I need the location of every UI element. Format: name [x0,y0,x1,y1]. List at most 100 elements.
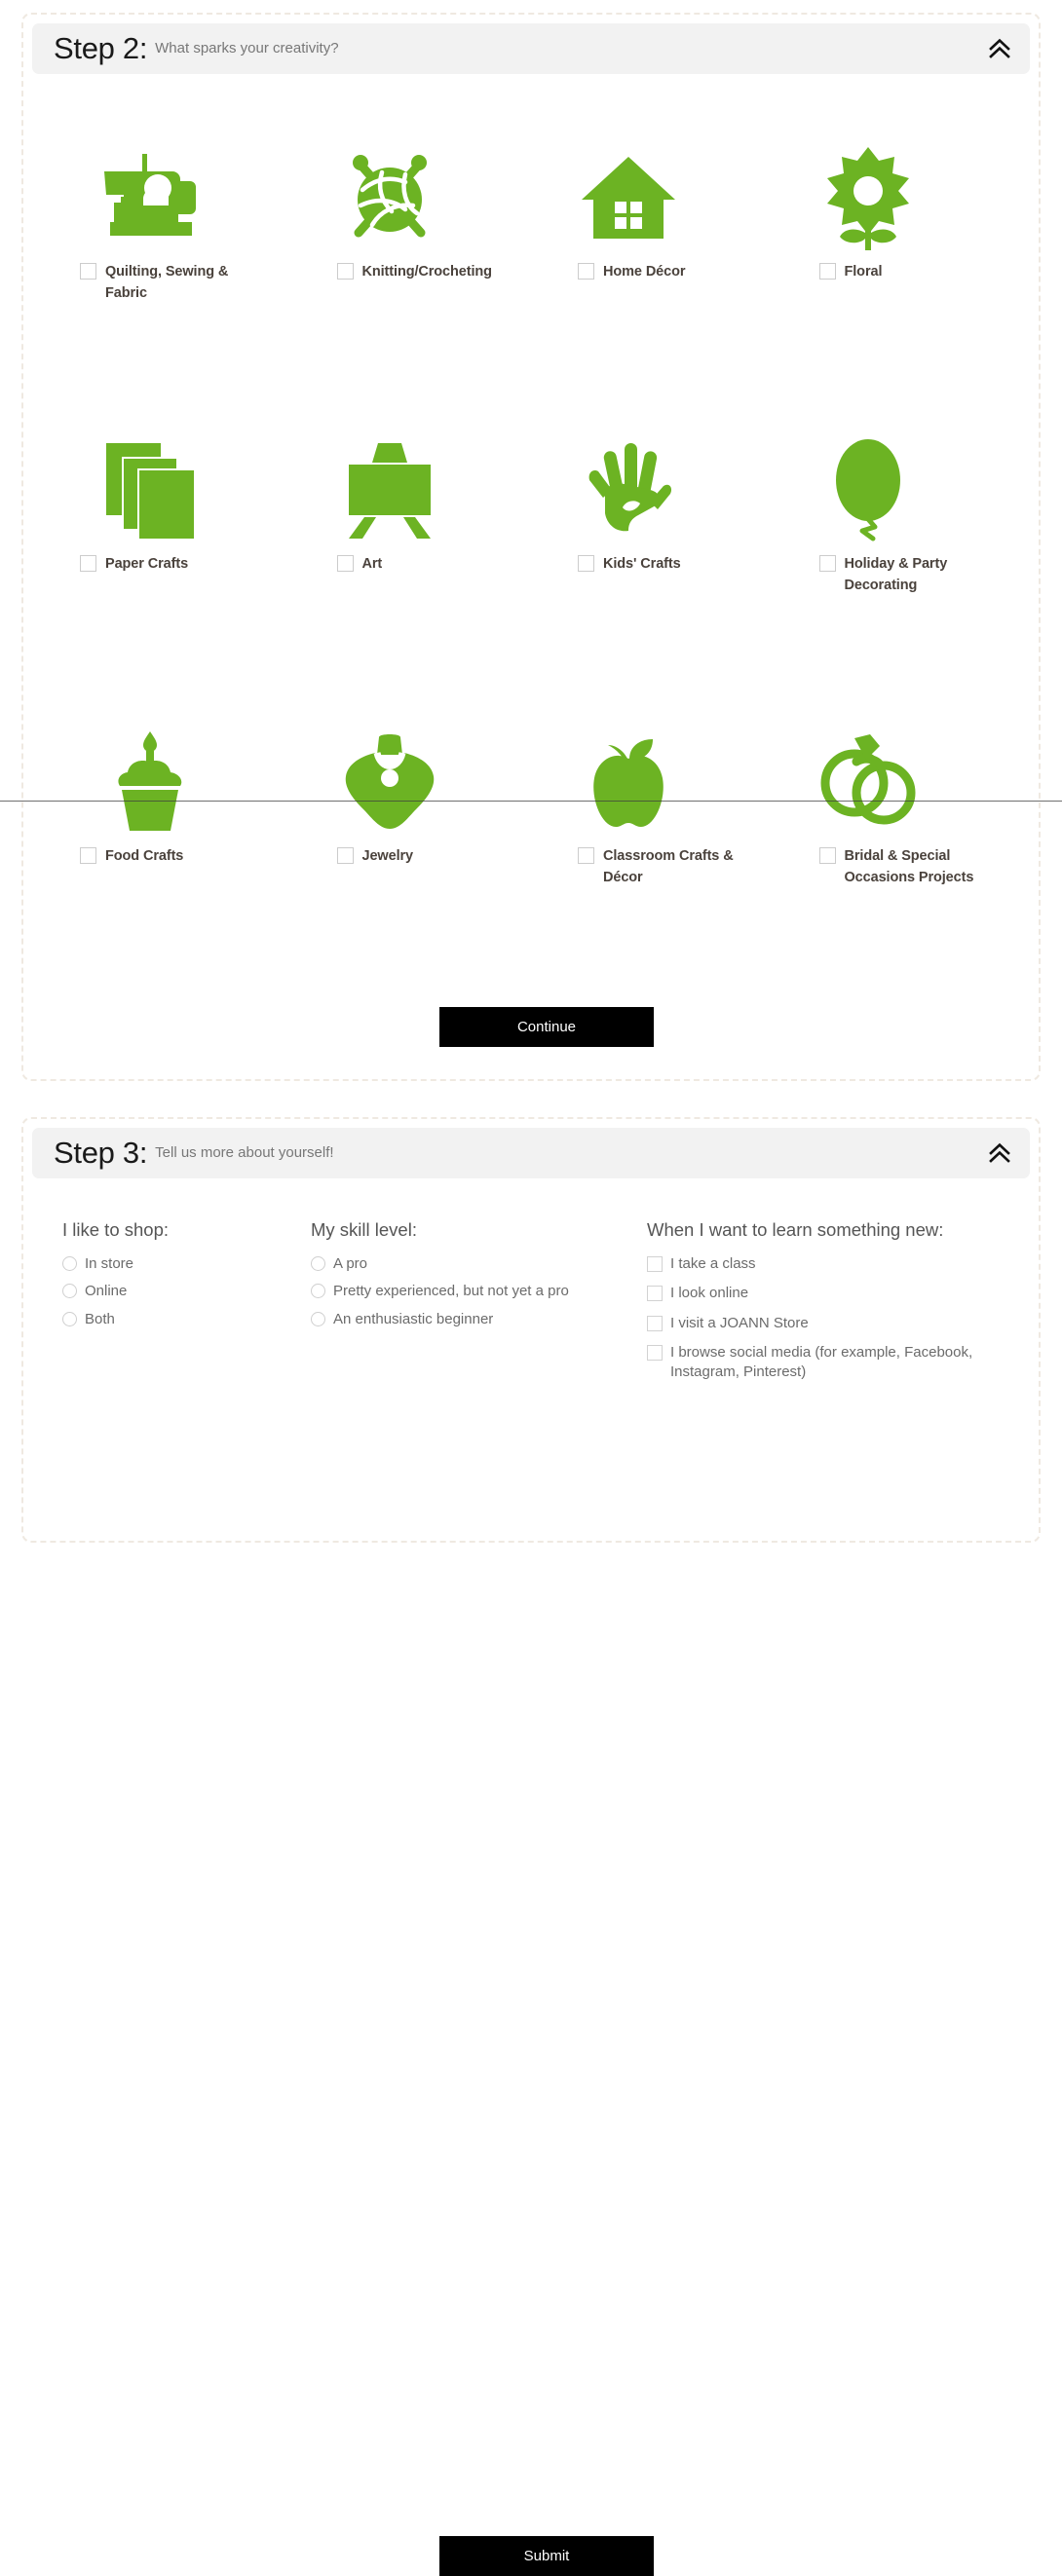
wedding-rings-icon [771,724,966,840]
checkbox-home-decor[interactable] [578,263,594,280]
radio-in-store[interactable] [62,1256,77,1271]
apple-icon [531,724,726,840]
radio-enthusiastic-beginner[interactable] [311,1311,325,1326]
craft-option-label: Art [361,556,383,572]
craft-option-home-decor[interactable]: Home Décor [531,108,771,400]
column-heading-shop: I like to shop: [62,1219,170,1240]
checkbox-holiday-party-decorating[interactable] [818,555,836,572]
radio-a-pro[interactable] [311,1256,325,1271]
handprint-icon [531,431,726,548]
checkbox-jewelry[interactable] [336,847,354,864]
craft-option-label-row[interactable]: Paper Crafts [80,554,270,576]
craft-option-paper-crafts[interactable]: Paper Crafts [53,400,292,692]
checkbox-take-a-class[interactable] [647,1256,663,1272]
step-2-panel: Step 2: What sparks your creativity? Qui… [21,13,1041,1081]
easel-icon [292,431,487,548]
radio-label: An enthusiastic beginner [333,1310,494,1327]
craft-option-label-row[interactable]: Floral [818,262,1009,283]
craft-option-label-row[interactable]: Quilting, Sewing & Fabric [80,262,270,305]
checkbox-browse-social-media[interactable] [647,1344,663,1361]
craft-option-art[interactable]: Art [292,400,532,692]
checkbox-knitting-crocheting[interactable] [336,263,354,280]
craft-option-label: Home Décor [603,264,686,280]
radio-label: Both [85,1310,115,1327]
column-heading-skill: My skill level: [311,1219,417,1240]
checkbox-row-take-a-class[interactable]: I take a class [647,1254,1017,1274]
checkbox-label: I visit a JOANN Store [670,1314,809,1331]
radio-label: Online [85,1283,128,1300]
craft-option-label: Floral [844,264,883,280]
craft-option-label-row[interactable]: Classroom Crafts & Décor [578,846,768,889]
radio-row-both[interactable]: Both [62,1310,311,1329]
checkbox-quilting-sewing-fabric[interactable] [80,263,96,280]
form-column-shop: I like to shop: In store Online Both [62,1219,311,1392]
radio-row-online[interactable]: Online [62,1282,311,1301]
craft-option-label: Knitting/Crocheting [361,264,493,280]
craft-option-label: Classroom Crafts & Décor [603,848,734,885]
checkbox-label: I browse social media (for example, Face… [670,1343,973,1380]
craft-option-label-row[interactable]: Jewelry [336,846,527,868]
craft-option-label-row[interactable]: Holiday & Party Decorating [818,554,1009,597]
craft-options-grid: Quilting, Sewing & Fabric Knitting/Croch… [23,108,1039,985]
radio-label: Pretty experienced, but not yet a pro [333,1283,569,1300]
craft-option-label-row[interactable]: Food Crafts [80,846,270,868]
screenshot-seam-line [0,801,1062,802]
craft-option-label-row[interactable]: Bridal & Special Occasions Projects [818,846,1009,889]
radio-row-a-pro[interactable]: A pro [311,1254,647,1274]
craft-option-label: Holiday & Party Decorating [844,556,948,593]
cupcake-icon [53,724,247,840]
checkbox-look-online[interactable] [647,1286,663,1302]
checkbox-paper-crafts[interactable] [80,555,96,572]
checkbox-bridal-special-occasions[interactable] [818,847,836,864]
checkbox-classroom-crafts-decor[interactable] [578,847,594,864]
craft-option-food-crafts[interactable]: Food Crafts [53,692,292,985]
craft-option-label: Bridal & Special Occasions Projects [844,848,974,885]
checkbox-kids-crafts[interactable] [578,555,594,572]
step-3-collapse-button[interactable] [985,1139,1014,1168]
radio-both[interactable] [62,1311,77,1326]
survey-page: Step 2: What sparks your creativity? Qui… [0,0,1062,2576]
craft-option-bridal-special-occasions[interactable]: Bridal & Special Occasions Projects [771,692,1010,985]
step-2-subtitle: What sparks your creativity? [155,40,339,56]
radio-row-in-store[interactable]: In store [62,1254,311,1274]
craft-option-label-row[interactable]: Art [336,554,527,576]
radio-pretty-experienced[interactable] [311,1284,325,1299]
checkbox-food-crafts[interactable] [80,847,96,864]
checkbox-row-browse-social-media[interactable]: I browse social media (for example, Face… [647,1343,1017,1383]
checkbox-row-visit-joann-store[interactable]: I visit a JOANN Store [647,1314,1017,1333]
radio-online[interactable] [62,1284,77,1299]
paper-stack-icon [53,431,247,548]
craft-option-jewelry[interactable]: Jewelry [292,692,532,985]
checkbox-row-look-online[interactable]: I look online [647,1284,1017,1303]
craft-option-quilting-sewing-fabric[interactable]: Quilting, Sewing & Fabric [53,108,292,400]
checkbox-art[interactable] [336,555,354,572]
double-chevron-up-icon [989,38,1010,58]
sewing-machine-icon [53,139,247,256]
step-3-form: I like to shop: In store Online Both My … [23,1219,1039,1392]
craft-option-kids-crafts[interactable]: Kids' Crafts [531,400,771,692]
submit-button[interactable]: Submit [439,2536,654,2576]
step-3-subtitle: Tell us more about yourself! [155,1144,334,1161]
step-2-collapse-button[interactable] [985,34,1014,63]
craft-option-holiday-party-decorating[interactable]: Holiday & Party Decorating [771,400,1010,692]
radio-row-enthusiastic-beginner[interactable]: An enthusiastic beginner [311,1310,647,1329]
checkbox-floral[interactable] [818,263,836,280]
step-2-title: Step 2: [54,30,148,65]
radio-row-pretty-experienced[interactable]: Pretty experienced, but not yet a pro [311,1282,647,1301]
craft-option-label-row[interactable]: Kids' Crafts [578,554,768,576]
house-icon [531,139,726,256]
yarn-ball-needles-icon [292,139,487,256]
radio-label: A pro [333,1255,368,1272]
checkbox-label: I look online [670,1285,749,1302]
craft-option-floral[interactable]: Floral [771,108,1010,400]
craft-option-classroom-crafts-decor[interactable]: Classroom Crafts & Décor [531,692,771,985]
craft-option-knitting-crocheting[interactable]: Knitting/Crocheting [292,108,532,400]
craft-option-label-row[interactable]: Home Décor [578,262,768,283]
form-column-learn: When I want to learn something new: I ta… [647,1219,1017,1392]
necklace-icon [292,724,487,840]
step-3-panel: Step 3: Tell us more about yourself! I l… [21,1117,1041,2576]
craft-option-label: Paper Crafts [105,556,189,572]
checkbox-visit-joann-store[interactable] [647,1315,663,1331]
continue-button[interactable]: Continue [439,1007,654,1047]
craft-option-label-row[interactable]: Knitting/Crocheting [336,262,527,283]
